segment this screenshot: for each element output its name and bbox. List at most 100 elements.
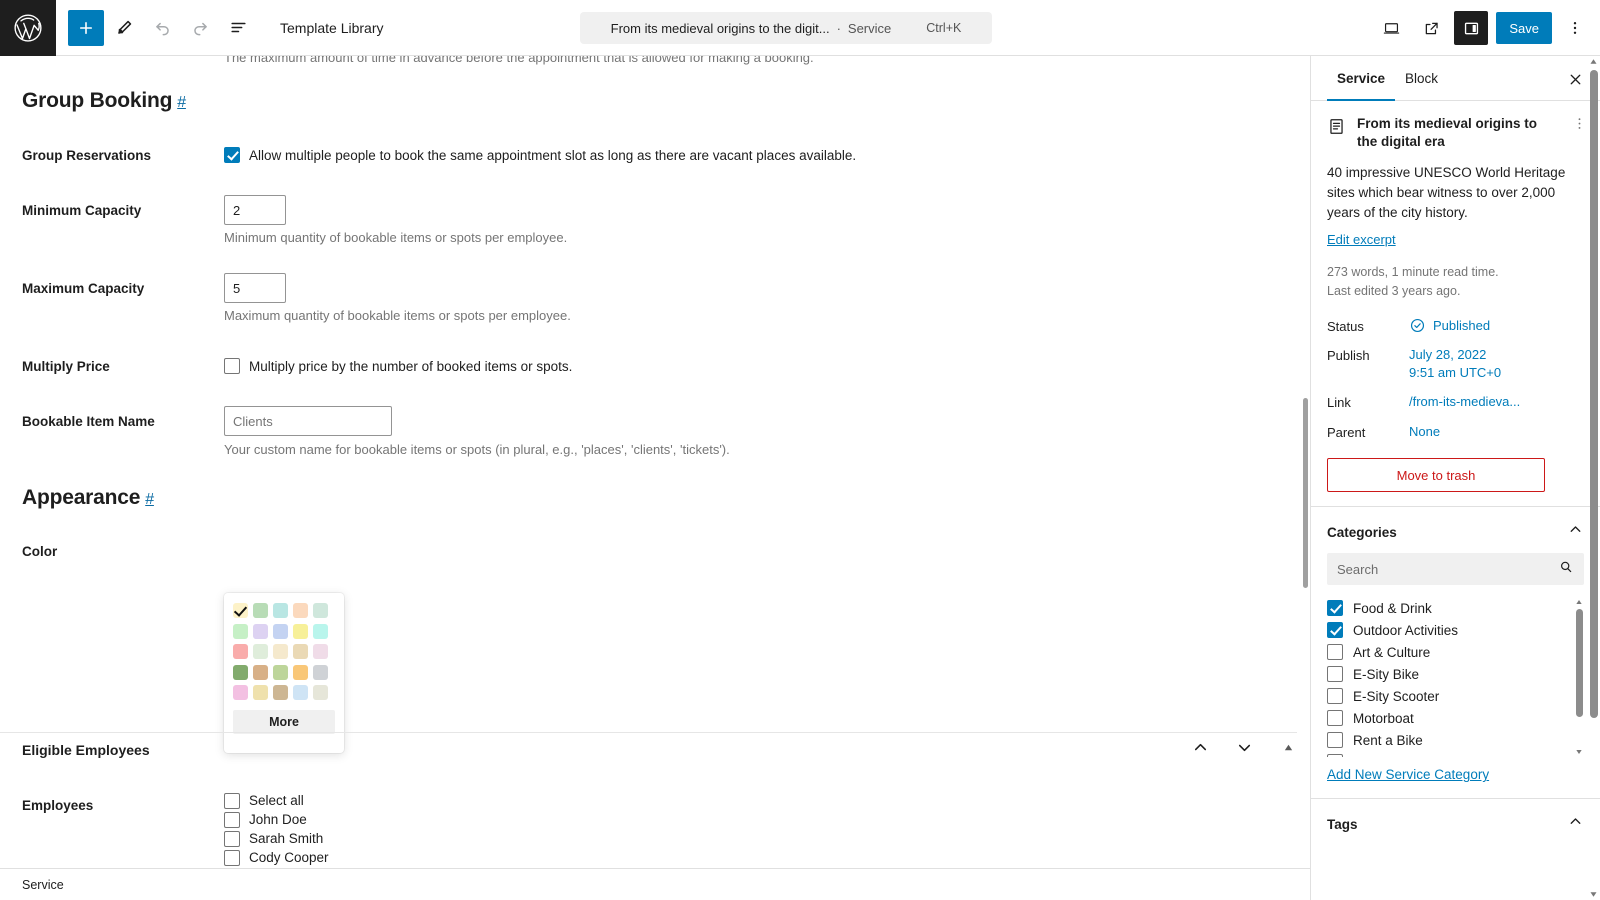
content-edge-scrollbar[interactable] [1303, 56, 1309, 900]
list-view-button[interactable] [220, 10, 256, 46]
employee-checkbox[interactable] [224, 830, 240, 847]
color-swatch[interactable] [313, 603, 328, 618]
anchor-link-appearance[interactable]: # [145, 491, 154, 508]
preview-icon[interactable] [1374, 11, 1408, 45]
employee-list-item[interactable]: Cody Cooper [224, 848, 329, 867]
category-list-item[interactable]: Art & Culture [1327, 641, 1570, 663]
chevron-down-icon[interactable] [1234, 737, 1254, 757]
category-checkbox[interactable] [1327, 754, 1343, 758]
color-swatch[interactable] [293, 644, 308, 659]
more-colors-button[interactable]: More [233, 710, 335, 734]
category-checkbox[interactable] [1327, 710, 1343, 727]
bookable-item-name-input[interactable] [224, 406, 392, 436]
category-list-item[interactable]: Motorboat [1327, 707, 1570, 729]
employee-list-item[interactable]: John Doe [224, 810, 329, 829]
category-checkbox[interactable] [1327, 600, 1343, 617]
color-swatch[interactable] [313, 623, 328, 639]
add-new-service-category-link[interactable]: Add New Service Category [1327, 767, 1489, 782]
employee-checkbox[interactable] [224, 792, 240, 809]
settings-sidebar-icon[interactable] [1454, 11, 1489, 45]
color-swatch[interactable] [313, 664, 328, 680]
category-checkbox[interactable] [1327, 666, 1343, 683]
search-icon[interactable] [1558, 559, 1574, 580]
color-swatch[interactable] [233, 664, 248, 680]
color-swatch[interactable] [293, 685, 308, 700]
caret-up-icon[interactable] [1278, 737, 1298, 757]
category-checkbox[interactable] [1327, 688, 1343, 705]
tab-block[interactable]: Block [1395, 56, 1448, 100]
sidebar-scroll-up-icon[interactable] [1589, 56, 1598, 67]
color-swatch[interactable] [233, 685, 248, 700]
document-kebab-menu-icon[interactable] [1570, 116, 1588, 131]
color-swatch[interactable] [233, 623, 248, 639]
tags-accordion-header[interactable]: Tags [1311, 799, 1600, 845]
tab-service[interactable]: Service [1327, 56, 1396, 101]
color-swatch[interactable] [233, 644, 248, 659]
chevron-up-icon[interactable] [1190, 737, 1210, 757]
categories-scroll-up-icon[interactable] [1574, 597, 1584, 607]
add-block-button[interactable] [68, 9, 104, 46]
command-center-button[interactable]: From its medieval origins to the digit..… [580, 12, 992, 44]
categories-scroll-down-icon[interactable] [1574, 747, 1584, 757]
category-list-item[interactable]: E-Sity Bike [1327, 663, 1570, 685]
color-swatch[interactable] [253, 603, 268, 618]
group-reservations-checkbox[interactable] [224, 147, 240, 163]
status-badge[interactable]: Published [1409, 317, 1584, 335]
category-search-input[interactable] [1337, 561, 1558, 577]
group-reservations-row[interactable]: Allow multiple people to book the same a… [224, 147, 856, 163]
employee-list-item[interactable]: Select all [224, 791, 329, 810]
categories-accordion-header[interactable]: Categories [1311, 507, 1600, 553]
move-to-trash-button[interactable]: Move to trash [1327, 458, 1545, 493]
link-value[interactable]: /from-its-medieva... [1409, 393, 1584, 411]
categories-scrollbar-thumb[interactable] [1575, 609, 1583, 718]
employee-list-item[interactable]: Sarah Smith [224, 829, 329, 848]
sidebar-scroll-down-icon[interactable] [1589, 889, 1598, 900]
redo-button[interactable] [182, 10, 218, 46]
color-swatch[interactable] [293, 603, 308, 618]
category-checkbox[interactable] [1327, 732, 1343, 749]
categories-scrollbar[interactable] [1574, 597, 1584, 758]
save-button[interactable]: Save [1496, 12, 1552, 44]
anchor-link-group-booking[interactable]: # [177, 94, 186, 111]
employee-checkbox[interactable] [224, 849, 240, 866]
color-swatch[interactable] [253, 644, 268, 659]
multiply-price-checkbox[interactable] [224, 358, 240, 374]
color-swatch[interactable] [273, 685, 288, 700]
color-swatch[interactable] [313, 644, 328, 659]
close-icon[interactable] [1562, 66, 1588, 92]
color-swatch[interactable] [293, 623, 308, 639]
color-swatch[interactable] [253, 664, 268, 680]
color-swatch[interactable] [253, 685, 268, 700]
color-swatch[interactable] [313, 685, 328, 700]
category-list-item[interactable]: Food & Drink [1327, 597, 1570, 619]
color-swatch[interactable] [273, 664, 288, 680]
undo-button[interactable] [144, 10, 180, 46]
sidebar-scrollbar[interactable] [1589, 56, 1598, 900]
multiply-price-row[interactable]: Multiply price by the number of booked i… [224, 358, 572, 374]
color-swatch[interactable] [253, 623, 268, 639]
edit-excerpt-link[interactable]: Edit excerpt [1327, 232, 1396, 247]
minimum-capacity-input[interactable] [224, 195, 286, 225]
color-swatch[interactable] [273, 603, 288, 618]
wordpress-logo-icon[interactable] [0, 0, 56, 56]
category-search-box[interactable] [1327, 553, 1584, 586]
category-list-item[interactable]: Rent a Bike [1327, 729, 1570, 751]
chevron-up-icon[interactable] [1567, 813, 1584, 835]
employee-checkbox[interactable] [224, 811, 240, 828]
chevron-up-icon[interactable] [1567, 521, 1584, 543]
view-external-icon[interactable] [1414, 11, 1448, 45]
category-checkbox[interactable] [1327, 644, 1343, 661]
parent-value[interactable]: None [1409, 423, 1584, 441]
kebab-menu-icon[interactable] [1560, 11, 1590, 45]
publish-value[interactable]: July 28, 2022 9:51 am UTC+0 [1409, 346, 1584, 381]
edit-tool-button[interactable] [106, 10, 142, 46]
category-list-item[interactable]: Sailboat [1327, 751, 1570, 758]
content-edge-scrollbar-thumb[interactable] [1303, 398, 1308, 588]
color-swatch[interactable] [273, 644, 288, 659]
sidebar-scrollbar-thumb[interactable] [1589, 70, 1598, 718]
color-swatch[interactable] [233, 603, 248, 618]
color-swatch[interactable] [273, 623, 288, 639]
category-list-item[interactable]: Outdoor Activities [1327, 619, 1570, 641]
footer-breadcrumb-label[interactable]: Service [22, 878, 64, 892]
maximum-capacity-input[interactable] [224, 273, 286, 303]
